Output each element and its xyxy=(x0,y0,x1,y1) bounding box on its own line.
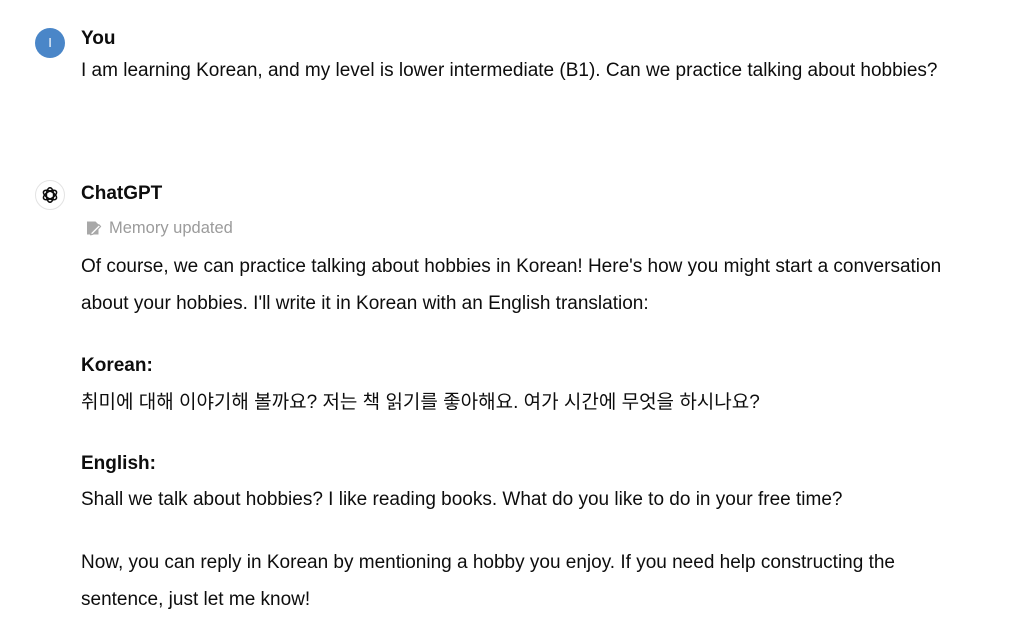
user-avatar[interactable]: I xyxy=(35,28,65,58)
user-message-text: I am learning Korean, and my level is lo… xyxy=(81,60,938,81)
memory-icon xyxy=(87,221,102,236)
memory-status-text: Memory updated xyxy=(109,218,233,237)
english-heading: English: xyxy=(81,453,156,474)
korean-heading: Korean: xyxy=(81,355,153,376)
assistant-avatar xyxy=(35,180,65,210)
openai-logo-icon xyxy=(42,186,58,204)
english-text: Shall we talk about hobbies? I like read… xyxy=(81,489,843,510)
chat-page: I You I am learning Korean, and my level… xyxy=(0,0,1024,627)
assistant-intro-text: Of course, we can practice talking about… xyxy=(81,256,942,314)
user-name: You xyxy=(81,28,116,49)
assistant-name: ChatGPT xyxy=(81,183,163,204)
memory-updated-indicator[interactable]: Memory updated xyxy=(84,217,233,239)
korean-text: 취미에 대해 이야기해 볼까요? 저는 책 읽기를 좋아해요. 여가 시간에 무… xyxy=(81,392,760,413)
assistant-closing-text: Now, you can reply in Korean by mentioni… xyxy=(81,552,895,610)
